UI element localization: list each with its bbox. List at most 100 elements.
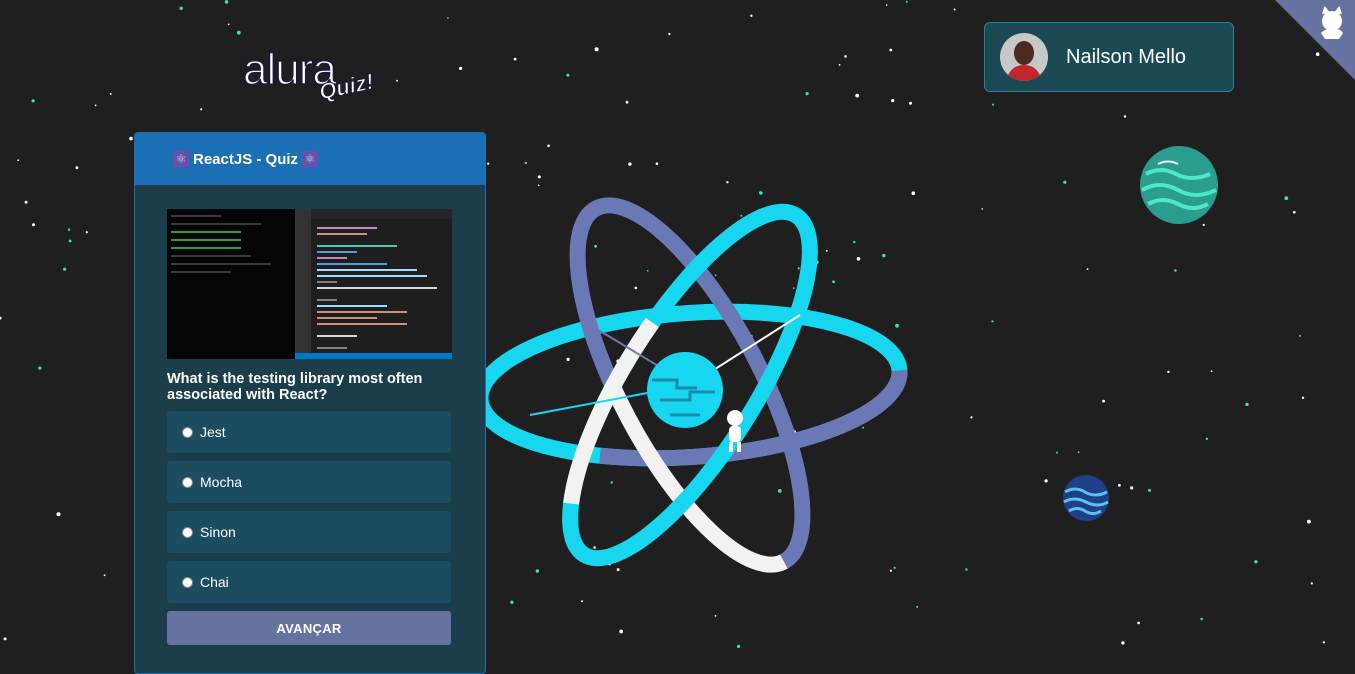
question-image bbox=[167, 209, 452, 359]
star bbox=[1130, 486, 1134, 490]
profile-name: Nailson Mello bbox=[1066, 45, 1187, 68]
star bbox=[487, 162, 490, 165]
star bbox=[655, 162, 659, 165]
star bbox=[1310, 582, 1313, 585]
answer-option[interactable]: Sinon bbox=[167, 511, 451, 553]
quiz-card: ⚛ ReactJS - Quiz ⚛ What is the testing l… bbox=[134, 132, 486, 674]
star bbox=[905, 0, 908, 3]
react-atom-icon: ⚛ bbox=[173, 151, 189, 167]
star bbox=[581, 600, 583, 603]
star bbox=[1301, 396, 1305, 399]
answer-label: Sinon bbox=[200, 524, 236, 540]
star bbox=[992, 103, 994, 106]
star bbox=[236, 30, 241, 35]
star bbox=[566, 73, 570, 77]
star bbox=[1200, 617, 1203, 621]
star bbox=[981, 208, 983, 210]
star bbox=[32, 223, 35, 227]
star bbox=[916, 605, 919, 608]
radio-button[interactable] bbox=[182, 526, 193, 538]
star bbox=[1086, 268, 1089, 270]
answer-option[interactable]: Jest bbox=[167, 411, 451, 453]
star bbox=[714, 615, 717, 617]
star bbox=[726, 181, 729, 184]
answer-option[interactable]: Mocha bbox=[167, 461, 451, 503]
star bbox=[63, 267, 67, 271]
star bbox=[1322, 641, 1325, 644]
star bbox=[224, 0, 229, 4]
question-text: What is the testing library most often a… bbox=[167, 371, 423, 403]
submit-button[interactable]: AVANÇAR bbox=[167, 611, 451, 645]
star bbox=[844, 55, 847, 58]
profile-card: Nailson Mello bbox=[984, 22, 1234, 92]
star bbox=[1205, 437, 1209, 440]
planet-small bbox=[1063, 475, 1109, 521]
code-editor-panel bbox=[295, 209, 452, 359]
star bbox=[56, 512, 61, 517]
star bbox=[805, 92, 809, 96]
star bbox=[1307, 519, 1311, 524]
terminal-panel bbox=[167, 209, 295, 359]
star bbox=[1118, 483, 1121, 487]
star bbox=[594, 47, 599, 52]
star bbox=[970, 416, 973, 419]
star bbox=[1299, 335, 1301, 337]
star bbox=[179, 6, 183, 10]
star bbox=[547, 144, 550, 148]
alura-quiz-logo: alura Quiz! bbox=[242, 47, 376, 105]
star bbox=[200, 108, 203, 111]
star bbox=[67, 228, 71, 231]
star bbox=[1121, 641, 1125, 645]
star bbox=[668, 32, 671, 36]
quiz-title: ReactJS - Quiz bbox=[193, 150, 299, 168]
star bbox=[0, 316, 2, 320]
radio-button[interactable] bbox=[182, 426, 193, 438]
star bbox=[889, 48, 893, 52]
star bbox=[75, 166, 79, 170]
star bbox=[38, 366, 42, 370]
radio-button[interactable] bbox=[182, 476, 193, 488]
star bbox=[129, 136, 133, 141]
star bbox=[628, 162, 632, 166]
star bbox=[619, 629, 624, 634]
star bbox=[737, 644, 741, 649]
react-atom-icon: ⚛ bbox=[302, 151, 319, 167]
star bbox=[17, 159, 20, 162]
star bbox=[513, 57, 517, 61]
star bbox=[109, 92, 112, 95]
answer-option[interactable]: Chai bbox=[167, 561, 451, 603]
star bbox=[524, 161, 528, 165]
star bbox=[1284, 196, 1289, 201]
star bbox=[1123, 115, 1127, 118]
github-corner-icon[interactable] bbox=[1275, 0, 1355, 80]
star bbox=[85, 231, 88, 234]
star bbox=[396, 79, 398, 82]
star bbox=[537, 175, 541, 179]
star bbox=[625, 100, 629, 104]
star bbox=[855, 93, 860, 98]
star bbox=[1063, 180, 1067, 184]
star bbox=[991, 320, 994, 323]
star bbox=[3, 637, 7, 641]
star bbox=[31, 99, 35, 103]
planet-large bbox=[1140, 146, 1218, 224]
star bbox=[1056, 451, 1058, 454]
star bbox=[68, 239, 72, 243]
star bbox=[227, 23, 230, 26]
star bbox=[750, 14, 753, 17]
star bbox=[1167, 370, 1170, 374]
star bbox=[1148, 488, 1151, 492]
star bbox=[103, 574, 106, 577]
star bbox=[911, 191, 916, 195]
star bbox=[1293, 210, 1296, 214]
star bbox=[510, 600, 514, 604]
radio-button[interactable] bbox=[182, 576, 193, 588]
star bbox=[1077, 451, 1080, 454]
star bbox=[447, 17, 449, 19]
star bbox=[885, 4, 888, 6]
answer-label: Jest bbox=[200, 424, 226, 440]
star bbox=[909, 101, 912, 105]
star bbox=[1245, 402, 1249, 407]
star bbox=[1102, 399, 1105, 403]
star bbox=[459, 66, 463, 70]
